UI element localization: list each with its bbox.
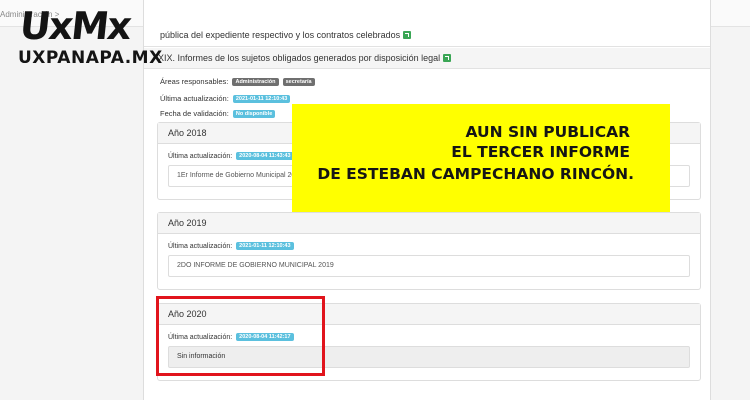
year-title: Año 2018 bbox=[168, 128, 207, 138]
banner-line-3: DE ESTEBAN CAMPECHANO RINCÓN. bbox=[317, 165, 634, 183]
document-link[interactable]: 1Er Informe de Gobierno Municipal 20 bbox=[177, 172, 295, 179]
highlight-box bbox=[156, 296, 325, 376]
logo-site-name: UXPANAPA.MX bbox=[18, 48, 163, 68]
date-badge: 2021-01-11 12:10:43 bbox=[232, 95, 291, 103]
previous-row-text: pública del expediente respectivo y los … bbox=[160, 30, 412, 40]
external-link-icon[interactable] bbox=[403, 31, 412, 39]
year-last-update: Última actualización: 2020-08-04 11:43:4… bbox=[168, 152, 294, 160]
document-link[interactable]: 2DO INFORME DE GOBIERNO MUNICIPAL 2019 bbox=[177, 262, 334, 269]
section-title: XIX. Informes de los sujetos obligados g… bbox=[158, 53, 452, 63]
area-badge: secretaría bbox=[282, 78, 315, 86]
year-last-update: Última actualización: 2021-01-11 12:10:4… bbox=[168, 242, 294, 250]
year-panel-2019: Año 2019 Última actualización: 2021-01-1… bbox=[157, 212, 701, 290]
logo-mark: UxMx bbox=[17, 4, 133, 48]
external-link-icon[interactable] bbox=[443, 54, 452, 62]
validation-date: Fecha de validación: No disponible bbox=[160, 109, 276, 118]
date-badge: 2021-01-11 12:10:43 bbox=[236, 242, 294, 250]
banner-line-1: AUN SIN PUBLICAR bbox=[465, 123, 630, 141]
annotation-banner: AUN SIN PUBLICAR EL TERCER INFORME DE ES… bbox=[292, 104, 670, 212]
year-panel-header[interactable]: Año 2019 bbox=[158, 213, 700, 234]
section-header[interactable]: XIX. Informes de los sujetos obligados g… bbox=[144, 48, 710, 69]
previous-row[interactable]: pública del expediente respectivo y los … bbox=[144, 26, 710, 47]
uxpanapa-logo: UxMx UXPANAPA.MX bbox=[17, 4, 168, 70]
validation-badge: No disponible bbox=[232, 110, 276, 118]
document-item[interactable]: 2DO INFORME DE GOBIERNO MUNICIPAL 2019 bbox=[168, 255, 690, 277]
area-badge: Administración bbox=[232, 78, 279, 86]
year-title: Año 2019 bbox=[168, 218, 207, 228]
last-update: Última actualización: 2021-01-11 12:10:4… bbox=[160, 94, 291, 103]
responsible-areas: Áreas responsables: Administración secre… bbox=[160, 77, 315, 86]
banner-line-2: EL TERCER INFORME bbox=[451, 143, 630, 161]
date-badge: 2020-08-04 11:43:43 bbox=[236, 152, 294, 160]
